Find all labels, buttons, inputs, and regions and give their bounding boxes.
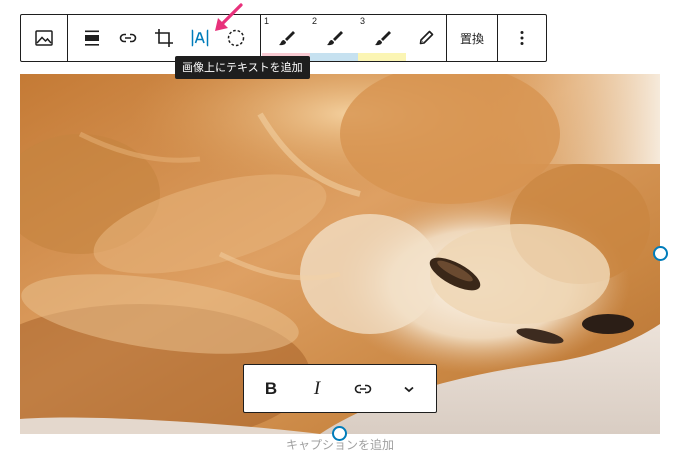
options-button[interactable]	[504, 15, 540, 61]
replace-group: 置換	[447, 15, 498, 61]
options-group	[498, 15, 546, 61]
style-number: 2	[312, 16, 318, 26]
link-icon	[119, 33, 137, 43]
crop-button[interactable]	[146, 15, 182, 61]
more-vertical-icon	[520, 31, 524, 45]
brush-icon	[375, 31, 391, 46]
brush-icon	[327, 31, 343, 46]
align-button[interactable]	[74, 15, 110, 61]
style-button-3[interactable]: 3	[358, 15, 406, 61]
edit-style-button[interactable]	[406, 15, 446, 61]
tooltip: 画像上にテキストを追加	[175, 56, 310, 79]
align-wide-icon	[85, 30, 99, 46]
chevron-down-icon	[404, 386, 414, 392]
style-number: 1	[264, 16, 270, 26]
link-icon	[354, 384, 372, 393]
style-swatch-2	[310, 53, 358, 61]
pencil-icon	[419, 30, 434, 45]
annotation-arrow-icon	[215, 3, 243, 31]
replace-button[interactable]: 置換	[447, 15, 497, 61]
more-formats-button[interactable]	[389, 369, 429, 409]
format-toolbar: B I	[243, 364, 437, 413]
italic-button[interactable]: I	[297, 369, 337, 409]
format-link-button[interactable]	[343, 369, 383, 409]
link-button[interactable]	[110, 15, 146, 61]
change-block-type-button[interactable]	[26, 15, 62, 61]
block-toolbar: 1 2 3 置換	[20, 14, 547, 62]
image-icon	[35, 30, 53, 46]
resize-handle-right[interactable]	[653, 246, 668, 261]
style-number: 3	[360, 16, 366, 26]
bold-button[interactable]: B	[251, 369, 291, 409]
style-swatch-3	[358, 53, 406, 61]
brush-icon	[279, 31, 295, 46]
block-styles-group: 1 2 3	[261, 15, 447, 61]
block-type-group	[21, 15, 68, 61]
style-button-2[interactable]: 2	[310, 15, 358, 61]
resize-handle-bottom[interactable]	[332, 426, 347, 441]
crop-icon	[155, 29, 173, 47]
style-button-1[interactable]: 1	[262, 15, 310, 61]
